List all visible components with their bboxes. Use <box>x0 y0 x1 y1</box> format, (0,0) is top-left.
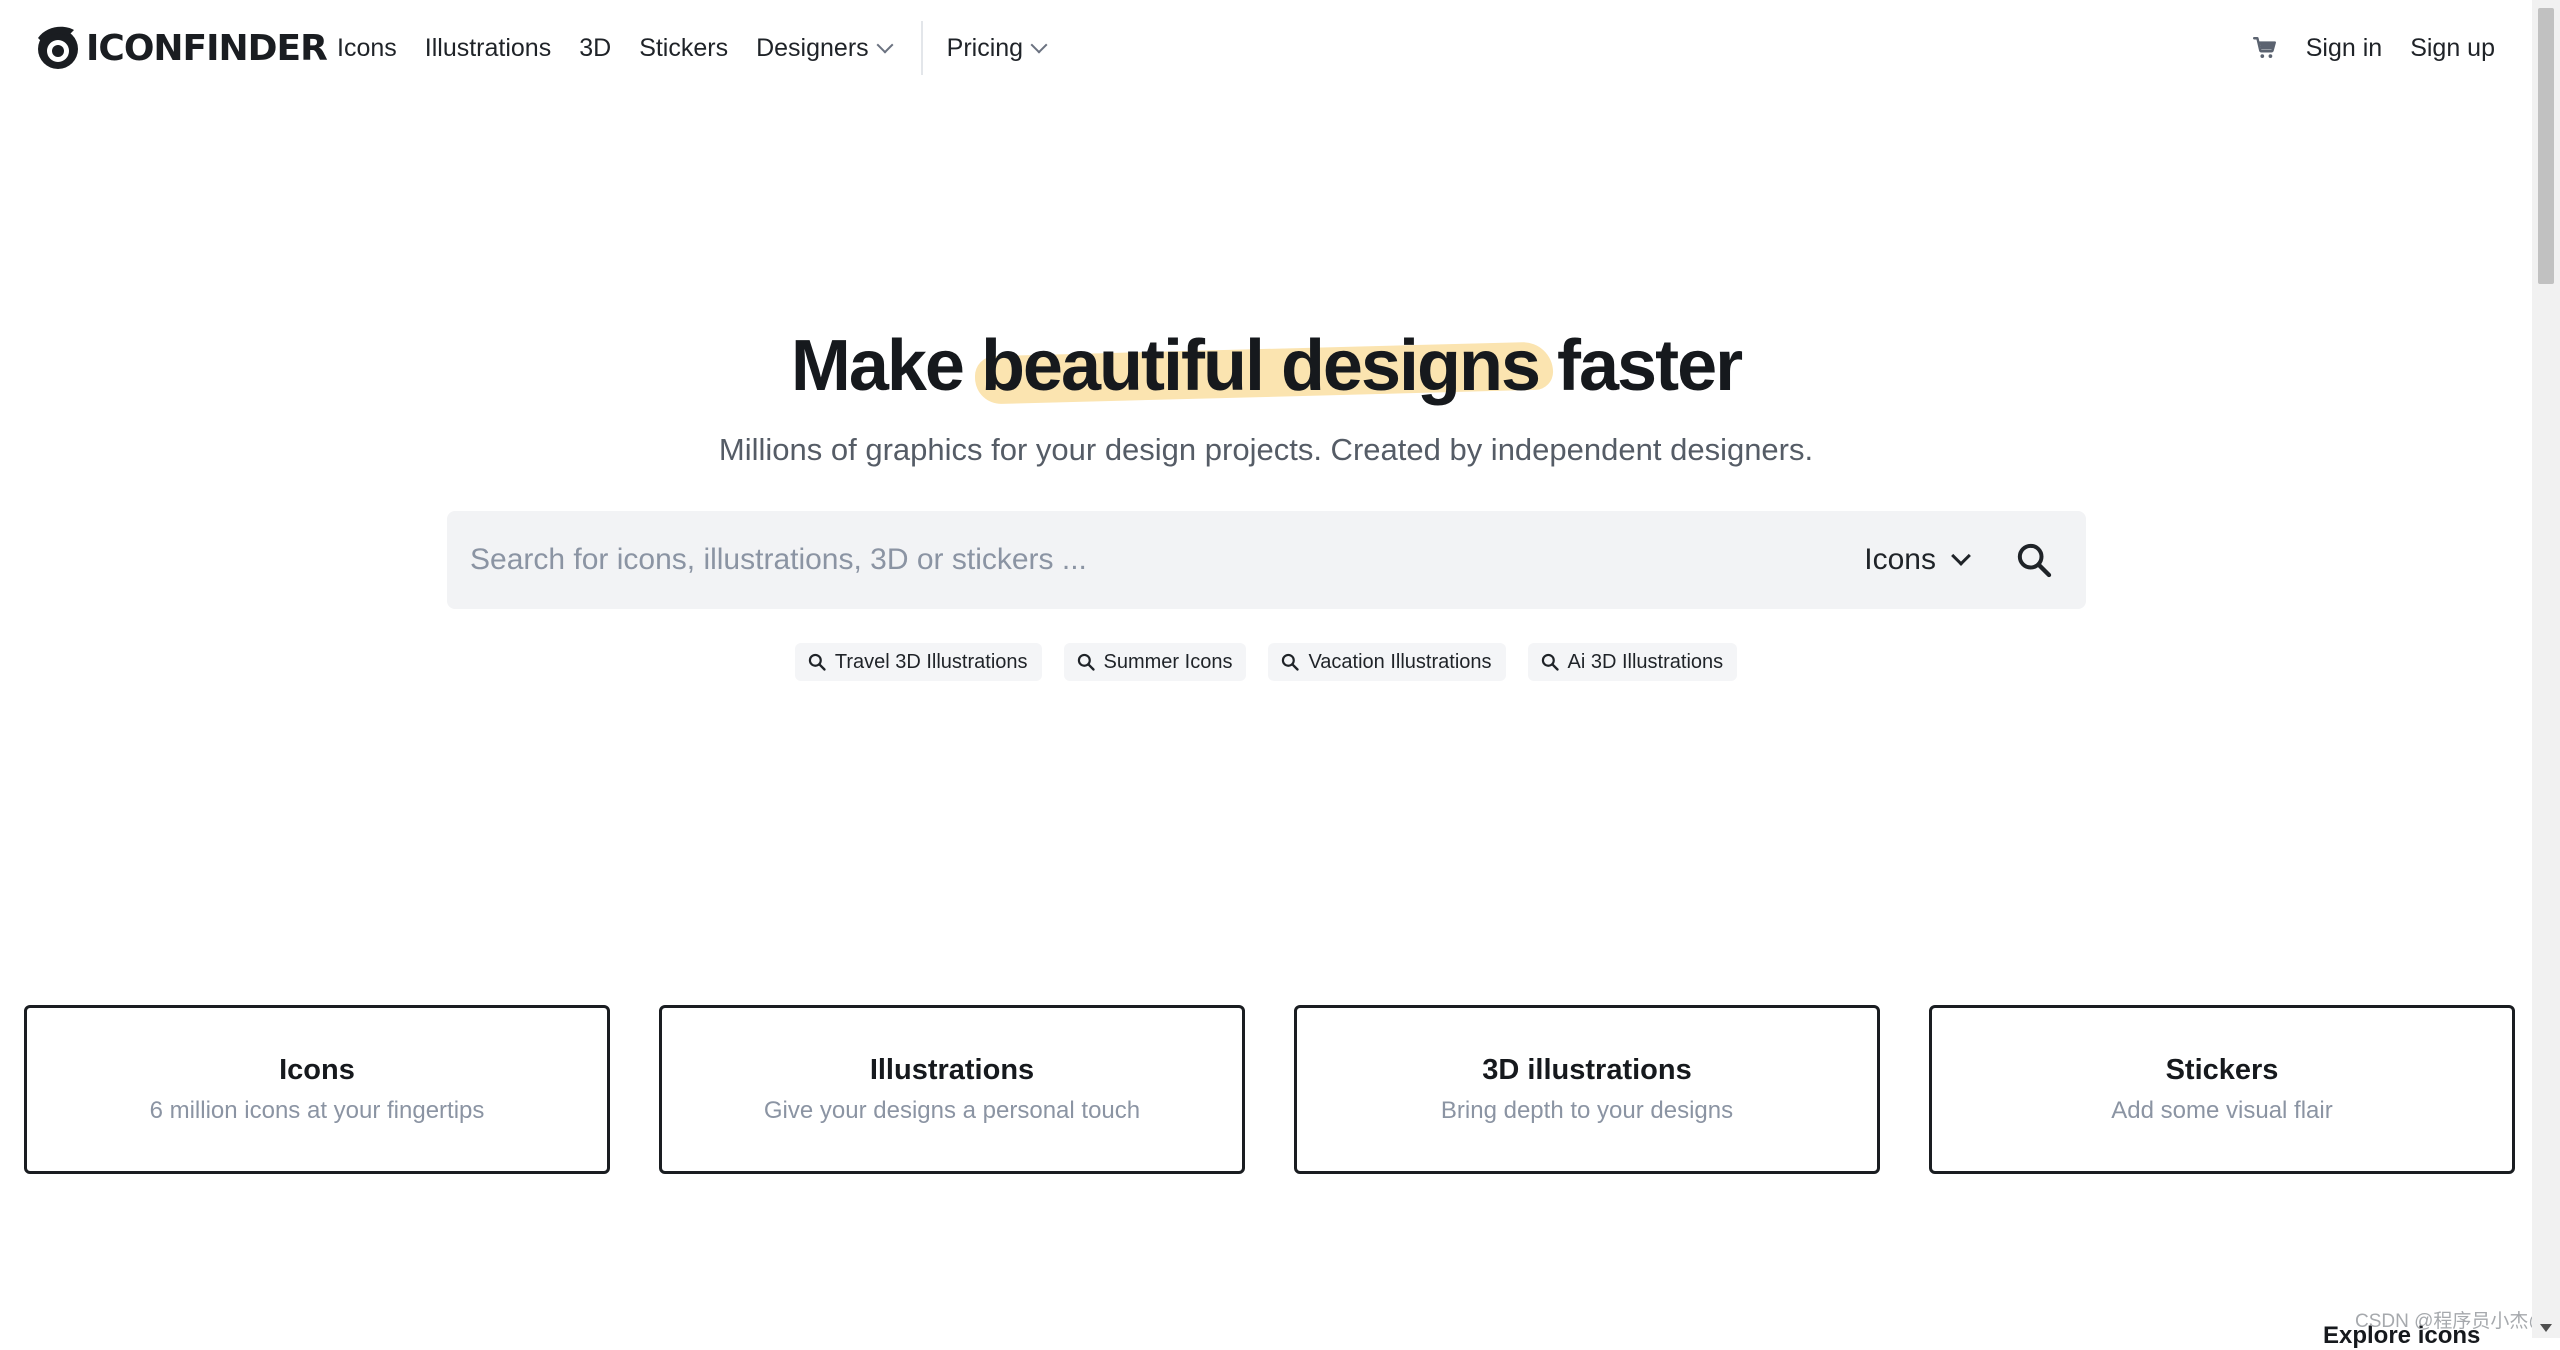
category-card-description: 6 million icons at your fingertips <box>149 1097 485 1124</box>
search-icon <box>1282 653 1300 671</box>
suggestion-chip[interactable]: Travel 3D Illustrations <box>794 643 1042 681</box>
hero-title: Make beautiful designs faster <box>0 325 2532 407</box>
suggestion-chip-label: Summer Icons <box>1103 650 1233 673</box>
nav-pricing-dropdown[interactable]: Pricing <box>946 33 1048 63</box>
suggestion-chip[interactable]: Summer Icons <box>1063 643 1247 681</box>
category-card-description: Bring depth to your designs <box>1440 1097 1734 1124</box>
search-suggestions: Travel 3D Illustrations Summer Icons Vac… <box>0 643 2532 681</box>
category-cards: Icons 6 million icons at your fingertips… <box>24 1005 2515 1174</box>
search-bar: Icons <box>447 510 2086 610</box>
asset-type-dropdown[interactable]: Icons <box>1864 543 1971 577</box>
iconfinder-logo-icon <box>38 26 78 69</box>
search-input[interactable] <box>447 510 1865 610</box>
search-icon <box>2017 543 2052 578</box>
logo-wordmark: ICONFINDER <box>86 27 328 69</box>
top-navigation-bar: ICONFINDER Icons Illustrations 3D Sticke… <box>0 0 2532 96</box>
hero-title-highlight: beautiful designs <box>980 326 1541 406</box>
category-card-title: Stickers <box>2165 1054 2279 1086</box>
category-card-title: Illustrations <box>869 1054 1035 1086</box>
hero-title-end: faster <box>1539 326 1743 406</box>
nav-icons[interactable]: Icons <box>337 34 397 63</box>
nav-illustrations[interactable]: Illustrations <box>425 34 551 63</box>
search-icon <box>808 653 826 671</box>
chevron-down-icon <box>876 36 894 54</box>
category-card-description: Give your designs a personal touch <box>763 1097 1141 1124</box>
nav-icons-label: Icons <box>337 33 397 62</box>
asset-type-label: Icons <box>1864 543 1936 576</box>
chevron-down-icon <box>1951 546 1971 566</box>
category-card-illustrations[interactable]: Illustrations Give your designs a person… <box>659 1005 1245 1174</box>
cart-button[interactable] <box>2252 35 2278 61</box>
scrollbar-thumb[interactable] <box>2538 8 2554 284</box>
category-card-icons[interactable]: Icons 6 million icons at your fingertips <box>24 1005 610 1174</box>
nav-designers-dropdown[interactable]: Designers <box>756 33 894 63</box>
header-actions: Sign in Sign up <box>2252 0 2495 96</box>
cart-icon <box>2252 37 2276 58</box>
category-card-title: 3D illustrations <box>1482 1054 1692 1086</box>
search-button[interactable] <box>2010 536 2058 584</box>
suggestion-chip[interactable]: Vacation Illustrations <box>1268 643 1506 681</box>
category-card-3d-illustrations[interactable]: 3D illustrations Bring depth to your des… <box>1294 1005 1880 1174</box>
sign-up-link[interactable]: Sign up <box>2410 34 2495 63</box>
category-card-title: Icons <box>279 1054 355 1086</box>
iconfinder-logo[interactable]: ICONFINDER <box>34 24 328 72</box>
nav-stickers-label: Stickers <box>639 33 729 62</box>
nav-3d-label: 3D <box>579 33 612 62</box>
scroll-down-arrow-icon[interactable] <box>2540 1324 2552 1332</box>
search-icon <box>1077 653 1095 671</box>
search-icon <box>1541 653 1559 671</box>
suggestion-chip[interactable]: Ai 3D Illustrations <box>1527 643 1738 681</box>
suggestion-chip-label: Travel 3D Illustrations <box>834 650 1028 673</box>
main-nav: Icons Illustrations 3D Stickers Designer… <box>337 0 1073 96</box>
nav-divider <box>920 21 923 75</box>
csdn-watermark: CSDN @程序员小杰@ <box>2355 1311 2548 1332</box>
nav-stickers[interactable]: Stickers <box>639 34 728 63</box>
page-scrollbar[interactable] <box>2532 0 2560 1338</box>
nav-illustrations-label: Illustrations <box>424 33 552 62</box>
chevron-down-icon <box>1030 36 1048 54</box>
suggestion-chip-label: Vacation Illustrations <box>1308 650 1492 673</box>
category-card-stickers[interactable]: Stickers Add some visual flair <box>1929 1005 2515 1174</box>
category-card-description: Add some visual flair <box>2111 1097 2333 1124</box>
nav-designers-label: Designers <box>756 33 869 62</box>
sign-in-link[interactable]: Sign in <box>2306 34 2382 63</box>
hero-title-start: Make <box>790 326 981 406</box>
nav-3d[interactable]: 3D <box>579 34 611 63</box>
suggestion-chip-label: Ai 3D Illustrations <box>1567 650 1724 673</box>
hero-subtitle: Millions of graphics for your design pro… <box>718 432 1814 467</box>
nav-pricing-label: Pricing <box>946 33 1024 62</box>
